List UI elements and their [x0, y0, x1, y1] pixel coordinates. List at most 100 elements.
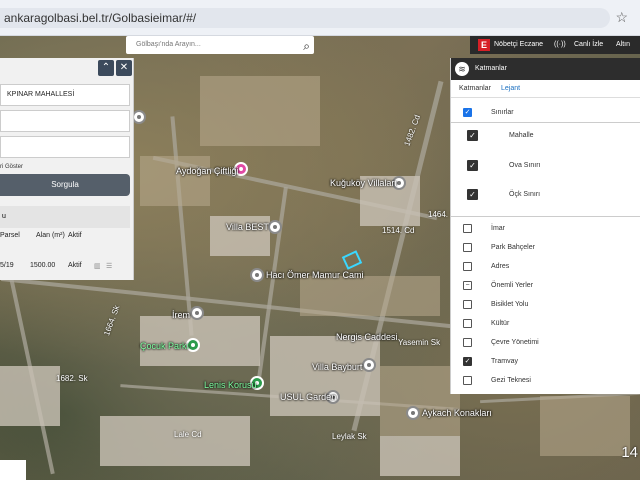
map-label: İrem [172, 310, 190, 320]
collapse-icon[interactable]: ⌃ [98, 60, 114, 76]
cell-aktif: Aktif [68, 262, 82, 269]
field-block [540, 396, 630, 456]
building-cluster [0, 366, 60, 426]
parcel-query-panel: ⌃ ✕ KPINAR MAHALLESİ ri Göster Sorgula u… [0, 58, 134, 280]
street-label: Leylak Sk [332, 432, 367, 441]
road [170, 116, 194, 336]
checkbox-ova[interactable]: ✓ [467, 160, 478, 171]
tab-katmanlar[interactable]: Katmanlar [459, 80, 491, 98]
broadcast-icon[interactable]: ((·)) [554, 36, 566, 54]
nobetci-eczane-link[interactable]: Nöbetçi Eczane [494, 36, 543, 54]
map-label: Villa BEST [226, 222, 269, 232]
layer-mahalle: Mahalle [509, 132, 534, 139]
altin-link[interactable]: Altın [616, 36, 630, 54]
column-parsel: Parsel [0, 232, 20, 239]
field-block [300, 276, 440, 316]
layer-ock: Öçk Sınırı [509, 191, 541, 198]
star-icon[interactable]: ☆ [615, 9, 628, 26]
map-search-input[interactable]: Gölbaşı'nda Arayın... ⌕ [126, 36, 314, 54]
layer-park: Park Bahçeler [491, 244, 535, 251]
zoom-level: 14 [621, 444, 638, 461]
map-label: Kuğuköy Villaları [330, 178, 397, 188]
street-label: Yasemin Sk [398, 338, 441, 347]
search-icon[interactable]: ⌕ [303, 37, 310, 55]
checkbox-adres[interactable] [463, 262, 472, 271]
location-pin-icon[interactable] [362, 358, 376, 372]
map-label: Çocuk Parkı [140, 341, 190, 351]
url-field[interactable]: ankaragolbasi.bel.tr/Golbasieimar/#/ [0, 8, 610, 28]
layers-header: ≋ Katmanlar [451, 58, 640, 80]
divider [451, 216, 640, 217]
checkbox-kultur[interactable] [463, 319, 472, 328]
map-label: Nergis Caddesi [336, 332, 398, 342]
tab-lejant[interactable]: Lejant [501, 80, 520, 98]
checkbox-bisiklet[interactable] [463, 300, 472, 309]
map-label: Lenis Korusu [204, 380, 257, 390]
field-block [140, 156, 210, 206]
street-label: 1682. Sk [56, 374, 88, 383]
checkbox-ock[interactable]: ✓ [467, 189, 478, 200]
layer-adres: Adres [491, 263, 510, 270]
layer-sinirlar: Sınırlar [491, 109, 514, 116]
checkbox-tramvay[interactable]: ✓ [463, 357, 472, 366]
list-icon[interactable]: ☰ [106, 262, 112, 270]
layer-cevre: Çevre Yönetimi [491, 339, 539, 346]
layer-imar: İmar [491, 225, 505, 232]
cell-alan: 1500.00 [30, 262, 56, 269]
field-block [200, 76, 320, 146]
search-placeholder: Gölbaşı'nda Arayın... [136, 41, 201, 48]
building-cluster [380, 436, 460, 476]
close-icon[interactable]: ✕ [116, 60, 132, 76]
layers-tabs: Katmanlar Lejant [451, 80, 640, 98]
selected-parcel[interactable] [341, 250, 363, 270]
cell-parsel: 5/19 [0, 262, 14, 269]
sorgula-button[interactable]: Sorgula [0, 174, 130, 196]
map-control-corner [0, 460, 26, 480]
layer-bisiklet: Bisiklet Yolu [491, 301, 529, 308]
street-label: 1514. Cd [382, 226, 415, 235]
street-label: 1664. Sk [102, 304, 122, 337]
mahalle-field[interactable]: KPINAR MAHALLESİ [0, 84, 130, 106]
street-label: 1482. Cd [402, 113, 423, 148]
layers-icon[interactable]: ≋ [455, 62, 469, 76]
location-pin-icon[interactable] [250, 268, 264, 282]
layers-panel: ≋ Katmanlar Katmanlar Lejant ✓ Sınırlar … [450, 58, 640, 394]
layer-tramvay: Tramvay [491, 358, 518, 365]
map-label: Aydoğan Çiftliği [176, 166, 239, 176]
layer-ova: Ova Sınırı [509, 162, 541, 169]
checkbox-park[interactable] [463, 243, 472, 252]
location-pin-icon[interactable] [268, 220, 282, 234]
map-label: Villa Bayburt [312, 362, 363, 372]
browser-address-bar: ankaragolbasi.bel.tr/Golbasieimar/#/ ☆ [0, 0, 640, 36]
parsel-field[interactable] [0, 136, 130, 158]
field-block [380, 366, 460, 436]
checkbox-mahalle[interactable]: ✓ [467, 130, 478, 141]
column-alan: Alan (m²) [36, 232, 65, 239]
location-pin-icon[interactable] [132, 110, 146, 124]
checkbox-cevre[interactable] [463, 338, 472, 347]
column-aktif: Aktif [68, 232, 82, 239]
checkbox-sinirlar[interactable]: ✓ [463, 108, 472, 117]
divider [451, 122, 640, 123]
map-label: Hacı Ömer Mamur Cami [266, 270, 364, 280]
map-label: USUL Garden [280, 392, 337, 402]
layer-gezi: Gezi Teknesi [491, 377, 531, 384]
checkbox-onemli[interactable]: − [463, 281, 472, 290]
canli-izle-link[interactable]: Canlı İzle [574, 36, 603, 54]
top-right-toolbar: E Nöbetçi Eczane ((·)) Canlı İzle Altın [470, 36, 640, 54]
map-label: Aykach Konakları [422, 408, 492, 418]
street-label: Lale Cd [174, 430, 202, 439]
panel-header: ⌃ ✕ [0, 58, 133, 78]
ada-field[interactable] [0, 110, 130, 132]
layer-kultur: Kültür [491, 320, 510, 327]
map-icon[interactable]: ▥ [94, 262, 101, 270]
building-cluster [100, 416, 250, 466]
checkbox-gezi[interactable] [463, 376, 472, 385]
result-header: u [0, 206, 130, 228]
show-option-label[interactable]: ri Göster [0, 164, 23, 170]
layer-onemli: Önemli Yerler [491, 282, 534, 289]
checkbox-imar[interactable] [463, 224, 472, 233]
location-pin-icon[interactable] [190, 306, 204, 320]
layers-title: Katmanlar [475, 65, 507, 72]
location-pin-icon[interactable] [406, 406, 420, 420]
